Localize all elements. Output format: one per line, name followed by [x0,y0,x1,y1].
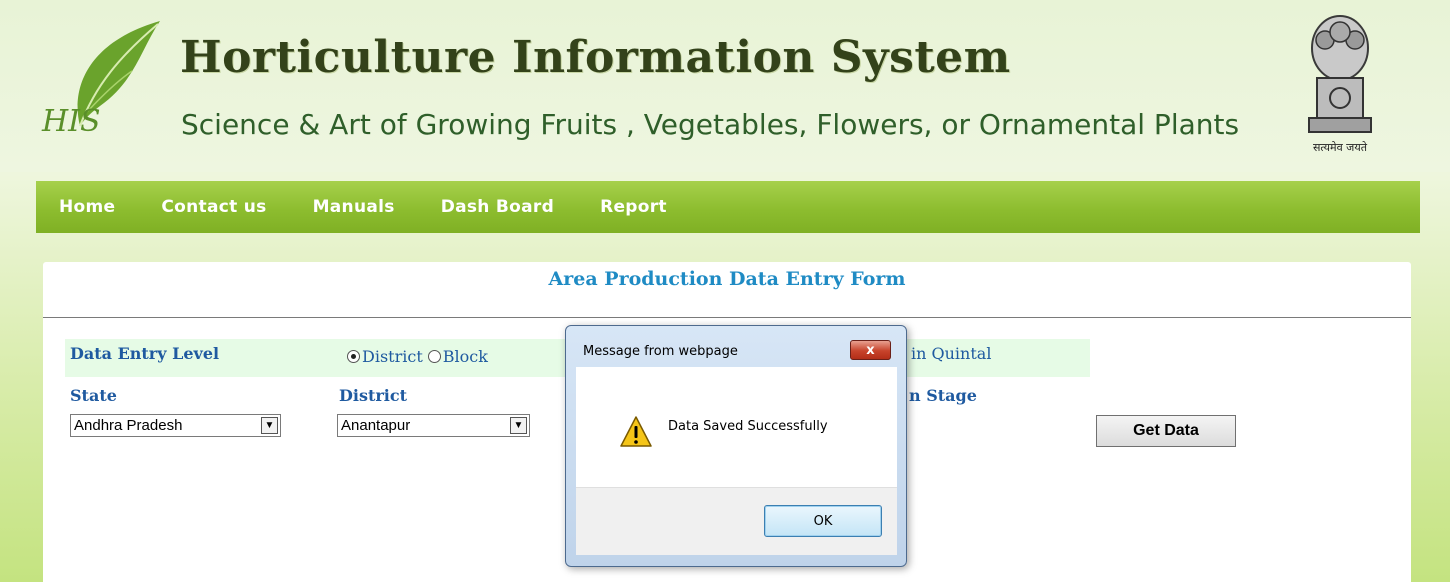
unit-label-partial: in Quintal [911,344,992,363]
site-subtitle: Science & Art of Growing Fruits , Vegeta… [181,108,1240,141]
message-dialog: Message from webpage x Data Saved Succes… [565,325,907,567]
chevron-down-icon: ▼ [261,417,278,434]
site-title: Horticulture Information System [180,32,1011,83]
form-title: Area Production Data Entry Form [548,268,906,290]
nav-manuals[interactable]: Manuals [290,197,418,217]
dialog-footer: OK [576,487,897,555]
district-label: District [339,386,407,405]
close-icon: x [866,342,875,358]
radio-block[interactable] [427,350,441,363]
nav-home[interactable]: Home [36,197,138,217]
radio-block-label: Block [442,347,488,366]
nav-report[interactable]: Report [577,197,690,217]
emblem-caption: सत्यमेव जयते [1313,141,1368,154]
his-leaf-logo-icon: HIS [41,21,160,136]
level-radio-group: District Block [347,347,493,366]
district-select[interactable]: Anantapur ▼ [337,414,530,437]
nav-dash-board[interactable]: Dash Board [418,197,577,217]
dialog-message: Data Saved Successfully [668,419,828,434]
stage-label-partial: n Stage [909,386,977,405]
dialog-title: Message from webpage [583,344,738,359]
state-select[interactable]: Andhra Pradesh ▼ [70,414,281,437]
dialog-body: Data Saved Successfully [576,367,897,487]
warning-icon [620,416,652,447]
site-header: HIS Horticulture Information System Scie… [0,0,1450,172]
national-emblem-icon: सत्यमेव जयते [1308,15,1372,154]
chevron-down-icon: ▼ [510,417,527,434]
radio-district-label: District [362,347,423,366]
title-divider [43,317,1411,318]
nav-contact-us[interactable]: Contact us [138,197,289,217]
logo-text: HIS [41,104,101,136]
ok-button[interactable]: OK [764,505,882,537]
main-nav: Home Contact us Manuals Dash Board Repor… [36,181,1420,233]
get-data-button[interactable]: Get Data [1096,415,1236,447]
district-select-value: Anantapur [341,417,411,434]
radio-district[interactable] [347,350,360,363]
close-button[interactable]: x [850,340,891,360]
state-select-value: Andhra Pradesh [74,417,183,434]
state-label: State [70,386,117,405]
data-entry-level-label: Data Entry Level [70,344,220,363]
